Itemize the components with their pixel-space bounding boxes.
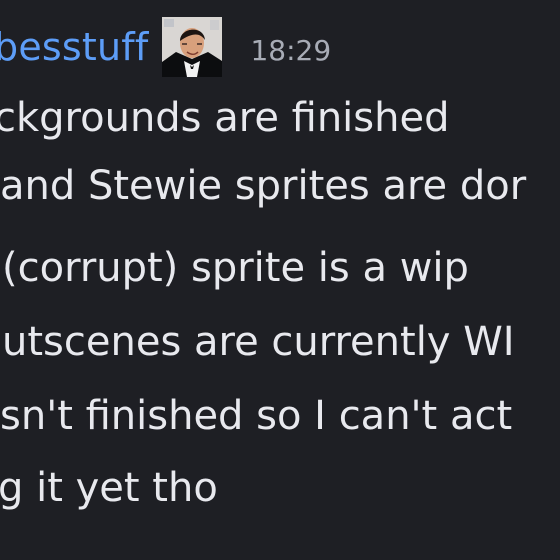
message-line-6: g it yet tho [0,465,218,511]
username[interactable]: besstuff [0,28,148,66]
message-line-2: and Stewie sprites are dor [0,163,527,209]
avatar-image [162,17,223,77]
message-header: besstuff 18:29 [0,12,331,82]
avatar[interactable] [162,17,223,77]
timestamp: 18:29 [250,34,332,67]
message-line-3: (corrupt) sprite is a wip [2,245,469,291]
message-line-5: sn't finished so I can't act [0,393,513,439]
message-line-1: ckgrounds are finished [0,95,450,141]
chat-message: besstuff 18:29 ckgrounds are finished an… [0,0,560,560]
message-line-4: utscenes are currently WI [2,319,515,365]
